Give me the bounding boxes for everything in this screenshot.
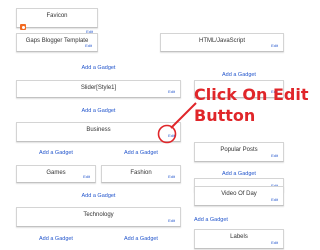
gadget-html-javascript: HTML/JavaScript Edit — [160, 33, 284, 52]
template-edit-link[interactable]: Edit — [85, 43, 92, 48]
gadget-title: Popular Posts — [220, 147, 258, 153]
callout-line-2: Button — [194, 106, 256, 125]
gadget-games: Games Edit — [16, 165, 96, 183]
gadget-title: Labels — [230, 234, 248, 240]
add-gadget-link[interactable]: Add a Gadget — [16, 236, 96, 242]
add-gadget-link[interactable]: Add a Gadget — [194, 217, 234, 223]
add-gadget-link[interactable]: Add a Gadget — [16, 193, 181, 199]
layout-editor: { "gadgets": { "favicon": {"title": "Fav… — [0, 0, 308, 250]
video-of-day-edit-link[interactable]: Edit — [271, 197, 278, 202]
popular-posts-edit-link[interactable]: Edit — [271, 153, 278, 158]
technology-edit-link[interactable]: Edit — [168, 218, 175, 223]
business-edit-link[interactable]: Edit — [168, 133, 175, 138]
gadget-title: Business — [86, 127, 111, 133]
games-edit-link[interactable]: Edit — [83, 174, 90, 179]
slider-edit-link[interactable]: Edit — [168, 89, 175, 94]
callout-annotation: Click On Edit Button — [194, 84, 308, 126]
gadget-fashion: Fashion Edit — [101, 165, 181, 183]
gadget-labels: Labels Edit — [194, 229, 284, 249]
gadget-slider: Slider[Style1] Edit — [16, 80, 181, 98]
add-gadget-link[interactable]: Add a Gadget — [194, 72, 284, 78]
add-gadget-link[interactable]: Add a Gadget — [101, 236, 181, 242]
labels-edit-link[interactable]: Edit — [271, 240, 278, 245]
gadget-template: Gaps Blogger Template Edit — [16, 33, 98, 52]
gadget-video-of-day: Video Of Day Edit — [194, 186, 284, 206]
gadget-title: Technology — [83, 212, 114, 218]
gadget-technology: Technology Edit — [16, 207, 181, 227]
callout-line-1: Click On Edit — [194, 85, 309, 104]
add-gadget-link[interactable]: Add a Gadget — [16, 108, 181, 114]
gadget-popular-posts: Popular Posts Edit — [194, 142, 284, 162]
add-gadget-link[interactable]: Add a Gadget — [101, 150, 181, 156]
gadget-title: Video Of Day — [221, 191, 257, 197]
add-gadget-link[interactable]: Add a Gadget — [16, 150, 96, 156]
add-gadget-link[interactable]: Add a Gadget — [194, 171, 284, 177]
html-javascript-edit-link[interactable]: Edit — [271, 43, 278, 48]
gadget-title: HTML/JavaScript — [198, 38, 245, 44]
gadget-favicon-box: Edit — [16, 8, 98, 34]
add-gadget-link[interactable]: Add a Gadget — [16, 65, 181, 71]
blogger-favicon-icon — [20, 24, 26, 30]
gadget-title: Slider[Style1] — [80, 85, 117, 91]
fashion-edit-link[interactable]: Edit — [168, 174, 175, 179]
gadget-business: Business Edit — [16, 122, 181, 142]
